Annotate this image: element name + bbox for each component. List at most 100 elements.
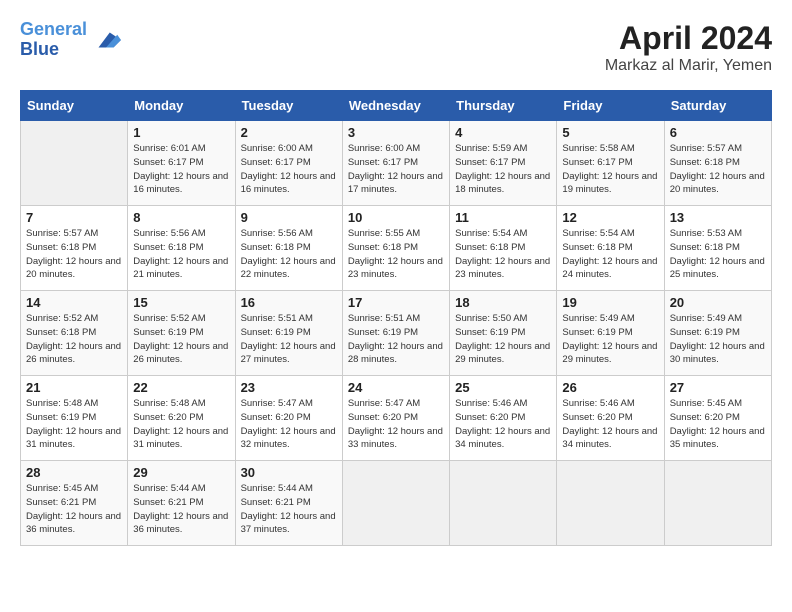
calendar-cell: 23 Sunrise: 5:47 AMSunset: 6:20 PMDayligh… bbox=[235, 376, 342, 461]
day-info: Sunrise: 6:00 AMSunset: 6:17 PMDaylight:… bbox=[348, 142, 444, 197]
day-number: 21 bbox=[26, 380, 122, 395]
day-info: Sunrise: 5:59 AMSunset: 6:17 PMDaylight:… bbox=[455, 142, 551, 197]
day-number: 17 bbox=[348, 295, 444, 310]
day-info: Sunrise: 5:45 AMSunset: 6:20 PMDaylight:… bbox=[670, 397, 766, 452]
day-number: 23 bbox=[241, 380, 337, 395]
day-number: 14 bbox=[26, 295, 122, 310]
calendar-cell: 7Sunrise: 5:57 AMSunset: 6:18 PMDaylight… bbox=[21, 206, 128, 291]
day-info: Sunrise: 5:57 AMSunset: 6:18 PMDaylight:… bbox=[670, 142, 766, 197]
day-number: 27 bbox=[670, 380, 766, 395]
day-number: 28 bbox=[26, 465, 122, 480]
calendar-cell bbox=[21, 121, 128, 206]
calendar-cell: 5 Sunrise: 5:58 AMSunset: 6:17 PMDaylight… bbox=[557, 121, 664, 206]
day-number: 2 bbox=[241, 125, 337, 140]
calendar-cell: 3 Sunrise: 6:00 AMSunset: 6:17 PMDaylight… bbox=[342, 121, 449, 206]
day-number: 18 bbox=[455, 295, 551, 310]
day-number: 24 bbox=[348, 380, 444, 395]
day-info: Sunrise: 5:46 AMSunset: 6:20 PMDaylight:… bbox=[562, 397, 658, 452]
calendar-cell: 12 Sunrise: 5:54 AMSunset: 6:18 PMDayligh… bbox=[557, 206, 664, 291]
calendar-cell: 14 Sunrise: 5:52 AMSunset: 6:18 PMDayligh… bbox=[21, 291, 128, 376]
logo-text: GeneralBlue bbox=[20, 20, 87, 60]
day-info: Sunrise: 5:46 AMSunset: 6:20 PMDaylight:… bbox=[455, 397, 551, 452]
day-info: Sunrise: 5:49 AMSunset: 6:19 PMDaylight:… bbox=[670, 312, 766, 367]
day-number: 1 bbox=[133, 125, 229, 140]
day-info: Sunrise: 5:52 AMSunset: 6:19 PMDaylight:… bbox=[133, 312, 229, 367]
day-number: 6 bbox=[670, 125, 766, 140]
day-info: Sunrise: 5:54 AMSunset: 6:18 PMDaylight:… bbox=[562, 227, 658, 282]
calendar-header: SundayMondayTuesdayWednesdayThursdayFrid… bbox=[21, 91, 772, 121]
day-number: 15 bbox=[133, 295, 229, 310]
day-info: Sunrise: 5:48 AMSunset: 6:20 PMDaylight:… bbox=[133, 397, 229, 452]
day-number: 29 bbox=[133, 465, 229, 480]
day-info: Sunrise: 5:58 AMSunset: 6:17 PMDaylight:… bbox=[562, 142, 658, 197]
day-number: 20 bbox=[670, 295, 766, 310]
day-info: Sunrise: 5:54 AMSunset: 6:18 PMDaylight:… bbox=[455, 227, 551, 282]
calendar-cell bbox=[342, 461, 449, 546]
calendar-cell: 18Sunrise: 5:50 AMSunset: 6:19 PMDayligh… bbox=[450, 291, 557, 376]
day-info: Sunrise: 5:47 AMSunset: 6:20 PMDaylight:… bbox=[348, 397, 444, 452]
day-number: 10 bbox=[348, 210, 444, 225]
calendar-cell: 28 Sunrise: 5:45 AMSunset: 6:21 PMDayligh… bbox=[21, 461, 128, 546]
day-number: 9 bbox=[241, 210, 337, 225]
day-info: Sunrise: 5:44 AMSunset: 6:21 PMDaylight:… bbox=[133, 482, 229, 537]
day-info: Sunrise: 6:00 AMSunset: 6:17 PMDaylight:… bbox=[241, 142, 337, 197]
calendar-cell: 9 Sunrise: 5:56 AMSunset: 6:18 PMDaylight… bbox=[235, 206, 342, 291]
calendar-cell: 17 Sunrise: 5:51 AMSunset: 6:19 PMDayligh… bbox=[342, 291, 449, 376]
day-info: Sunrise: 5:53 AMSunset: 6:18 PMDaylight:… bbox=[670, 227, 766, 282]
page-header: GeneralBlue April 2024 Markaz al Marir, … bbox=[20, 20, 772, 75]
calendar-week-1: 1 Sunrise: 6:01 AMSunset: 6:17 PMDaylight… bbox=[21, 121, 772, 206]
calendar-cell: 25 Sunrise: 5:46 AMSunset: 6:20 PMDayligh… bbox=[450, 376, 557, 461]
calendar-week-3: 14 Sunrise: 5:52 AMSunset: 6:18 PMDayligh… bbox=[21, 291, 772, 376]
calendar-cell: 21Sunrise: 5:48 AMSunset: 6:19 PMDayligh… bbox=[21, 376, 128, 461]
calendar-cell: 6 Sunrise: 5:57 AMSunset: 6:18 PMDaylight… bbox=[664, 121, 771, 206]
calendar-cell: 10 Sunrise: 5:55 AMSunset: 6:18 PMDayligh… bbox=[342, 206, 449, 291]
day-info: Sunrise: 5:56 AMSunset: 6:18 PMDaylight:… bbox=[241, 227, 337, 282]
weekday-header-friday: Friday bbox=[557, 91, 664, 121]
day-number: 22 bbox=[133, 380, 229, 395]
day-info: Sunrise: 6:01 AMSunset: 6:17 PMDaylight:… bbox=[133, 142, 229, 197]
day-info: Sunrise: 5:49 AMSunset: 6:19 PMDaylight:… bbox=[562, 312, 658, 367]
weekday-header-saturday: Saturday bbox=[664, 91, 771, 121]
day-number: 8 bbox=[133, 210, 229, 225]
calendar-cell: 26 Sunrise: 5:46 AMSunset: 6:20 PMDayligh… bbox=[557, 376, 664, 461]
calendar-cell: 16Sunrise: 5:51 AMSunset: 6:19 PMDayligh… bbox=[235, 291, 342, 376]
day-info: Sunrise: 5:55 AMSunset: 6:18 PMDaylight:… bbox=[348, 227, 444, 282]
calendar-cell: 29 Sunrise: 5:44 AMSunset: 6:21 PMDayligh… bbox=[128, 461, 235, 546]
calendar-cell: 13 Sunrise: 5:53 AMSunset: 6:18 PMDayligh… bbox=[664, 206, 771, 291]
calendar-cell bbox=[450, 461, 557, 546]
weekday-header-tuesday: Tuesday bbox=[235, 91, 342, 121]
day-info: Sunrise: 5:52 AMSunset: 6:18 PMDaylight:… bbox=[26, 312, 122, 367]
calendar-cell: 20 Sunrise: 5:49 AMSunset: 6:19 PMDayligh… bbox=[664, 291, 771, 376]
logo-icon bbox=[91, 25, 121, 55]
day-info: Sunrise: 5:51 AMSunset: 6:19 PMDaylight:… bbox=[241, 312, 337, 367]
calendar-week-2: 7Sunrise: 5:57 AMSunset: 6:18 PMDaylight… bbox=[21, 206, 772, 291]
day-number: 19 bbox=[562, 295, 658, 310]
calendar-cell: 4 Sunrise: 5:59 AMSunset: 6:17 PMDaylight… bbox=[450, 121, 557, 206]
day-info: Sunrise: 5:47 AMSunset: 6:20 PMDaylight:… bbox=[241, 397, 337, 452]
month-year-title: April 2024 bbox=[605, 20, 772, 57]
day-number: 3 bbox=[348, 125, 444, 140]
day-info: Sunrise: 5:51 AMSunset: 6:19 PMDaylight:… bbox=[348, 312, 444, 367]
day-number: 26 bbox=[562, 380, 658, 395]
day-number: 5 bbox=[562, 125, 658, 140]
day-info: Sunrise: 5:44 AMSunset: 6:21 PMDaylight:… bbox=[241, 482, 337, 537]
weekday-header-sunday: Sunday bbox=[21, 91, 128, 121]
day-number: 4 bbox=[455, 125, 551, 140]
day-number: 25 bbox=[455, 380, 551, 395]
calendar-week-4: 21Sunrise: 5:48 AMSunset: 6:19 PMDayligh… bbox=[21, 376, 772, 461]
calendar-cell: 27 Sunrise: 5:45 AMSunset: 6:20 PMDayligh… bbox=[664, 376, 771, 461]
day-number: 7 bbox=[26, 210, 122, 225]
day-number: 12 bbox=[562, 210, 658, 225]
calendar-cell: 19 Sunrise: 5:49 AMSunset: 6:19 PMDayligh… bbox=[557, 291, 664, 376]
day-number: 13 bbox=[670, 210, 766, 225]
calendar-week-5: 28 Sunrise: 5:45 AMSunset: 6:21 PMDayligh… bbox=[21, 461, 772, 546]
calendar-cell bbox=[557, 461, 664, 546]
title-block: April 2024 Markaz al Marir, Yemen bbox=[605, 20, 772, 75]
calendar-cell bbox=[664, 461, 771, 546]
calendar-table: SundayMondayTuesdayWednesdayThursdayFrid… bbox=[20, 90, 772, 546]
logo: GeneralBlue bbox=[20, 20, 121, 60]
calendar-cell: 11 Sunrise: 5:54 AMSunset: 6:18 PMDayligh… bbox=[450, 206, 557, 291]
calendar-cell: 24 Sunrise: 5:47 AMSunset: 6:20 PMDayligh… bbox=[342, 376, 449, 461]
day-info: Sunrise: 5:45 AMSunset: 6:21 PMDaylight:… bbox=[26, 482, 122, 537]
day-number: 11 bbox=[455, 210, 551, 225]
